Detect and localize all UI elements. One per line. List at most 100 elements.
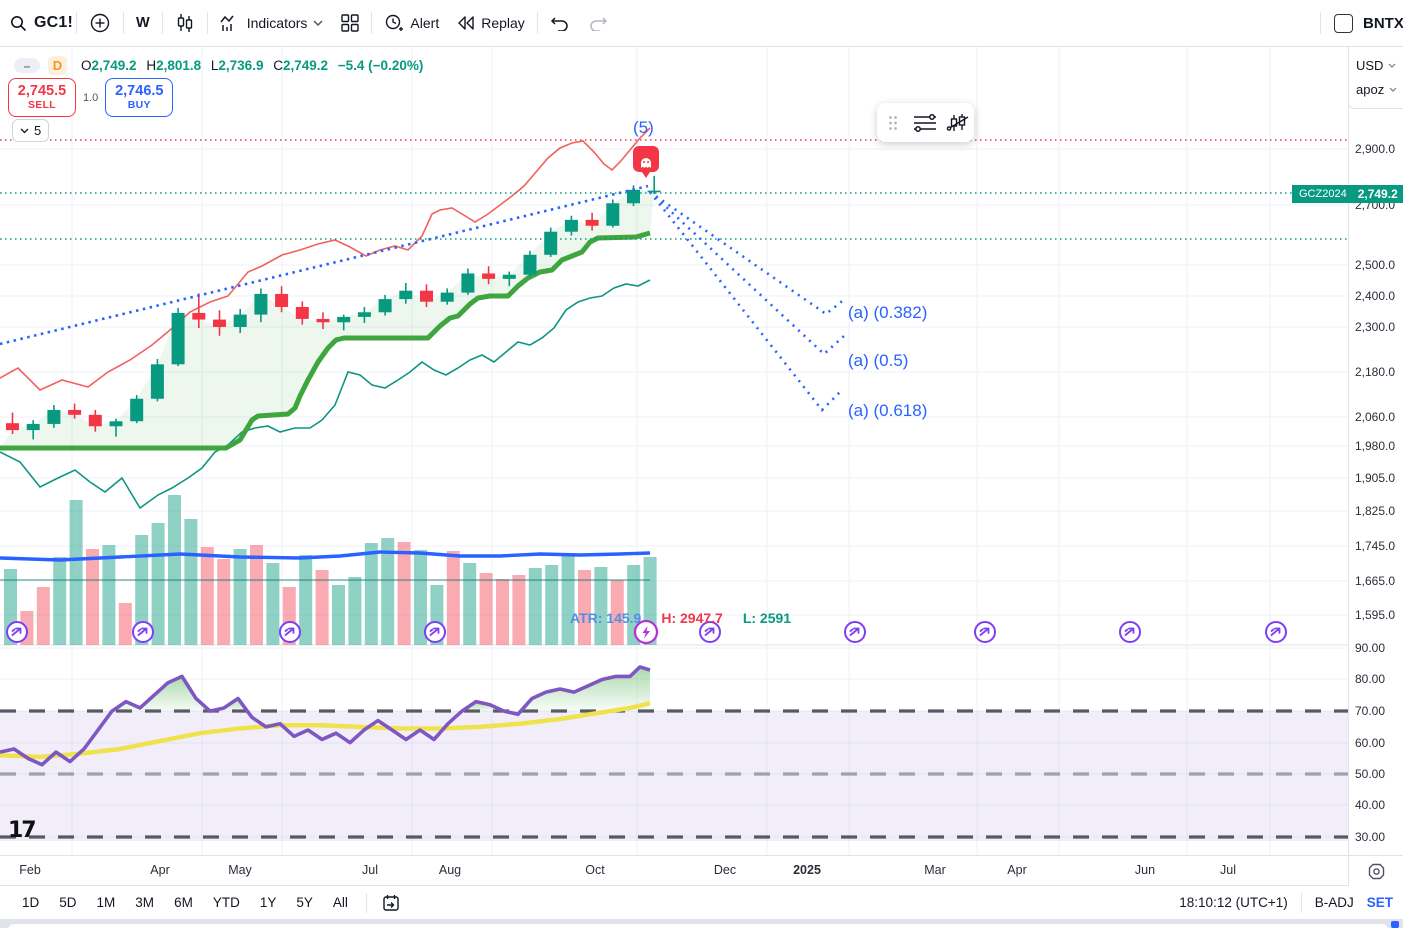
high-value: 2,801.8 bbox=[156, 58, 201, 73]
interval-badge[interactable]: D bbox=[48, 56, 67, 75]
event-arrow-icon[interactable] bbox=[133, 622, 153, 642]
indicators-icon bbox=[220, 14, 241, 32]
time-axis-label: Aug bbox=[439, 863, 461, 877]
symbol-name[interactable]: GC1! bbox=[34, 14, 73, 32]
volume-bars bbox=[4, 495, 657, 645]
price-axis-label: 1,595.0 bbox=[1355, 608, 1395, 622]
event-arrow-icon[interactable] bbox=[7, 622, 27, 642]
bottom-toolbar: 1D5D1M3M6MYTD1Y5YAll 18:10:12 (UTC+1) B-… bbox=[0, 885, 1403, 919]
replay-button[interactable]: Replay bbox=[448, 6, 534, 40]
indicators-button[interactable]: Indicators bbox=[211, 6, 333, 40]
projection-line[interactable] bbox=[650, 192, 842, 410]
account-dropdown[interactable]: apoz bbox=[1356, 77, 1403, 101]
range-button-5d[interactable]: 5D bbox=[51, 891, 84, 914]
event-arrow-icon[interactable] bbox=[975, 622, 995, 642]
drag-handle[interactable] bbox=[879, 109, 907, 137]
open-label: O bbox=[81, 58, 92, 73]
range-button-5y[interactable]: 5Y bbox=[288, 891, 321, 914]
range-button-all[interactable]: All bbox=[325, 891, 356, 914]
chart-type-button[interactable] bbox=[166, 6, 204, 40]
symbol-legend: – D O2,749.2 H2,801.8 L2,736.9 C2,749.2 … bbox=[14, 56, 423, 75]
divider bbox=[371, 12, 372, 34]
close-value: 2,749.2 bbox=[283, 58, 328, 73]
redo-button[interactable] bbox=[579, 6, 617, 40]
divider bbox=[207, 12, 208, 34]
range-buttons: 1D5D1M3M6MYTD1Y5YAll bbox=[14, 891, 356, 914]
chart-area[interactable] bbox=[0, 47, 1403, 855]
adjustment-toggle[interactable]: B-ADJ bbox=[1315, 895, 1354, 910]
bottom-accent bbox=[1391, 921, 1399, 928]
elliott-target-label[interactable]: (a) (0.618) bbox=[848, 401, 927, 421]
trade-buttons: 2,745.5 SELL 1.0 2,746.5 BUY bbox=[8, 78, 173, 117]
bar-count-badge[interactable]: 5 bbox=[12, 119, 49, 142]
osc-axis-label: 80.00 bbox=[1355, 672, 1385, 686]
divider bbox=[1320, 12, 1321, 34]
time-axis-label: 2025 bbox=[793, 863, 821, 877]
chevron-down-icon bbox=[313, 20, 323, 26]
price-axis-label: 2,400.0 bbox=[1355, 289, 1395, 303]
levels-settings-icon[interactable] bbox=[911, 109, 939, 137]
divider bbox=[123, 12, 124, 34]
price-axis-label: 2,500.0 bbox=[1355, 258, 1395, 272]
osc-axis-label: 70.00 bbox=[1355, 704, 1385, 718]
change-value: −5.4 (−0.20%) bbox=[338, 58, 424, 73]
watchlist-symbol[interactable]: BNTX bbox=[1363, 15, 1403, 32]
buy-button[interactable]: 2,746.5 BUY bbox=[105, 78, 173, 117]
time-axis-corner bbox=[1348, 855, 1403, 886]
range-button-1d[interactable]: 1D bbox=[14, 891, 47, 914]
time-axis-label: Dec bbox=[714, 863, 736, 877]
price-axis-label: 2,300.0 bbox=[1355, 320, 1395, 334]
clock[interactable]: 18:10:12 (UTC+1) bbox=[1179, 895, 1287, 910]
event-arrow-icon[interactable] bbox=[845, 622, 865, 642]
search-icon[interactable] bbox=[10, 15, 27, 32]
event-arrow-icon[interactable] bbox=[1266, 622, 1286, 642]
gear-icon[interactable] bbox=[1368, 863, 1385, 880]
range-button-3m[interactable]: 3M bbox=[127, 891, 162, 914]
price-axis-label: 1,745.0 bbox=[1355, 539, 1395, 553]
layout-grid-button[interactable] bbox=[332, 6, 368, 40]
projection-line[interactable] bbox=[650, 192, 844, 354]
alert-button[interactable]: Alert bbox=[375, 6, 448, 40]
timeframe-button[interactable]: W bbox=[127, 6, 159, 40]
rsi-overbought-fill bbox=[112, 676, 210, 711]
low-stat: L: 2591 bbox=[743, 610, 791, 626]
event-arrow-icon[interactable] bbox=[425, 622, 445, 642]
pattern-edit-icon[interactable] bbox=[944, 109, 972, 137]
elliott-target-label[interactable]: (a) (0.382) bbox=[848, 303, 927, 323]
event-arrow-icon[interactable] bbox=[1120, 622, 1140, 642]
rsi-pane bbox=[0, 711, 1348, 841]
candlestick-icon bbox=[175, 12, 195, 34]
high-stat: H: 2947.7 bbox=[661, 610, 722, 626]
time-axis-label: Apr bbox=[1007, 863, 1026, 877]
elliott-wave-5-label[interactable]: (5) bbox=[633, 118, 654, 138]
collapse-pill[interactable]: – bbox=[14, 58, 40, 73]
watchlist-checkbox[interactable] bbox=[1334, 14, 1353, 33]
open-value: 2,749.2 bbox=[92, 58, 137, 73]
compare-add-button[interactable] bbox=[80, 6, 120, 40]
redo-icon bbox=[588, 15, 608, 31]
atr-value: ATR: 145.9 bbox=[570, 610, 641, 626]
chevron-down-icon bbox=[1389, 87, 1397, 92]
sell-button[interactable]: 2,745.5 SELL bbox=[8, 78, 76, 117]
price-chart-canvas[interactable] bbox=[0, 47, 1403, 855]
range-button-6m[interactable]: 6M bbox=[166, 891, 201, 914]
time-axis[interactable]: FebAprMayJulAugOctDec2025MarAprJunJul bbox=[0, 855, 1403, 886]
undo-button[interactable] bbox=[541, 6, 579, 40]
alert-clock-icon bbox=[384, 13, 404, 33]
range-button-ytd[interactable]: YTD bbox=[205, 891, 248, 914]
currency-dropdown[interactable]: USD bbox=[1356, 53, 1403, 77]
osc-axis-label: 30.00 bbox=[1355, 830, 1385, 844]
undo-icon bbox=[550, 15, 570, 31]
price-axis-label: 1,905.0 bbox=[1355, 471, 1395, 485]
go-to-date-button[interactable] bbox=[377, 889, 405, 917]
event-arrow-icon[interactable] bbox=[280, 622, 300, 642]
osc-axis-label: 50.00 bbox=[1355, 767, 1385, 781]
current-price-tag: GCZ2024 2,749.2 bbox=[1292, 185, 1403, 203]
range-button-1m[interactable]: 1M bbox=[89, 891, 124, 914]
tradingview-logo: 17 bbox=[8, 818, 35, 843]
elliott-target-label[interactable]: (a) (0.5) bbox=[848, 351, 908, 371]
divider bbox=[1301, 893, 1302, 913]
range-button-1y[interactable]: 1Y bbox=[252, 891, 285, 914]
divider bbox=[366, 893, 367, 913]
session-toggle[interactable]: SET bbox=[1367, 895, 1393, 910]
